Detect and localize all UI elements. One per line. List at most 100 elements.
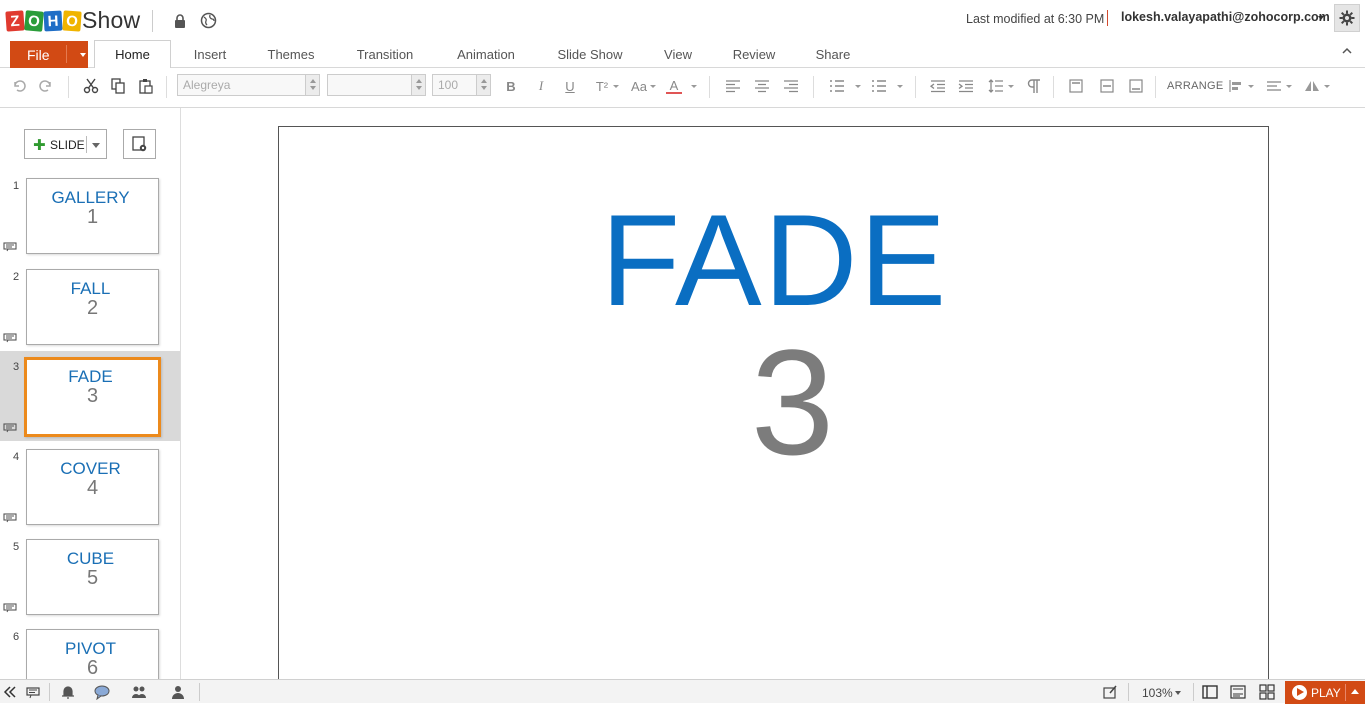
slide-thumbnail-item[interactable]: 6 PIVOT 6 xyxy=(0,621,180,679)
change-case-button[interactable]: Aa xyxy=(629,78,649,94)
slide-thumbnail-item[interactable]: 1 GALLERY 1 xyxy=(0,170,180,260)
numbered-list-icon[interactable] xyxy=(871,78,887,94)
font-size-select[interactable] xyxy=(327,74,426,96)
align-right-icon[interactable] xyxy=(783,78,799,94)
play-slideshow-button[interactable]: PLAY xyxy=(1285,681,1365,704)
zoho-logo[interactable]: Z O H O xyxy=(5,9,82,33)
notes-view-icon[interactable] xyxy=(1230,684,1246,700)
chat-icon[interactable] xyxy=(94,684,110,700)
chevron-down-icon[interactable] xyxy=(1008,85,1014,88)
notes-edit-icon[interactable] xyxy=(1102,684,1118,700)
chevron-up-icon[interactable] xyxy=(1351,689,1359,694)
chevron-down-icon[interactable] xyxy=(1318,16,1324,20)
tab-home[interactable]: Home xyxy=(94,40,171,69)
tab-share[interactable]: Share xyxy=(806,40,860,68)
opacity-spinner[interactable] xyxy=(476,75,490,95)
paragraph-icon[interactable] xyxy=(1025,78,1041,94)
slide-thumbnail[interactable]: COVER 4 xyxy=(26,449,159,525)
slide-canvas[interactable]: FADE 3 xyxy=(278,126,1269,686)
lock-icon[interactable] xyxy=(174,14,186,28)
user-account-menu[interactable]: lokesh.valayapathi@zohocorp.com xyxy=(1121,10,1330,24)
tab-review[interactable]: Review xyxy=(724,40,784,68)
slide-thumbnail-item-selected[interactable]: 3 FADE 3 xyxy=(0,351,180,441)
underline-button[interactable]: U xyxy=(562,78,578,94)
slide-thumbnail-item[interactable]: 4 COVER 4 xyxy=(0,441,180,531)
align-top-icon[interactable] xyxy=(1068,78,1084,94)
copy-icon[interactable] xyxy=(110,78,126,94)
slide-thumbnail[interactable]: PIVOT 6 xyxy=(26,629,159,679)
chevron-down-icon[interactable] xyxy=(855,85,861,88)
distribute-icon[interactable] xyxy=(1266,78,1282,94)
slide-notes-icon[interactable] xyxy=(3,423,17,433)
align-bottom-icon[interactable] xyxy=(1128,78,1144,94)
flip-icon[interactable] xyxy=(1304,78,1320,94)
user-icon[interactable] xyxy=(170,684,186,700)
line-spacing-icon[interactable] xyxy=(988,78,1004,94)
slide-thumbnail-item[interactable]: 5 CUBE 5 xyxy=(0,531,180,621)
cut-icon[interactable] xyxy=(83,78,99,94)
undo-icon[interactable] xyxy=(11,78,27,94)
slide-title-text[interactable]: FADE xyxy=(279,195,1270,325)
align-objects-icon[interactable] xyxy=(1228,78,1244,94)
decrease-indent-icon[interactable] xyxy=(930,78,946,94)
font-color-button[interactable]: A xyxy=(666,78,682,94)
align-left-icon[interactable] xyxy=(725,78,741,94)
opacity-input[interactable]: 100 xyxy=(432,74,491,96)
slide-notes-icon[interactable] xyxy=(3,242,17,252)
slide-notes-icon[interactable] xyxy=(3,333,17,343)
tab-slide-show[interactable]: Slide Show xyxy=(548,40,632,68)
zoom-level[interactable]: 103% xyxy=(1142,686,1173,700)
chevron-down-icon[interactable] xyxy=(1324,85,1330,88)
slide-thumbnail-item[interactable]: 2 FALL 2 xyxy=(0,261,180,351)
users-icon[interactable] xyxy=(131,684,147,700)
chevron-down-icon[interactable] xyxy=(92,143,100,148)
chevron-down-icon[interactable] xyxy=(613,85,619,88)
bullet-list-icon[interactable] xyxy=(829,78,845,94)
grid-view-icon[interactable] xyxy=(1259,684,1275,700)
superscript-button[interactable]: T² xyxy=(592,78,612,94)
arrange-button[interactable]: ARRANGE xyxy=(1167,80,1224,92)
align-center-icon[interactable] xyxy=(754,78,770,94)
thumbnail-title: FALL xyxy=(70,279,111,298)
bell-icon[interactable] xyxy=(60,684,76,700)
chevron-down-icon[interactable] xyxy=(80,53,86,57)
settings-button[interactable] xyxy=(1334,4,1360,32)
normal-view-icon[interactable] xyxy=(1202,684,1218,700)
slide-notes-icon[interactable] xyxy=(3,513,17,523)
slide-layout-button[interactable] xyxy=(123,129,156,159)
font-family-spinner[interactable] xyxy=(305,75,319,95)
increase-indent-icon[interactable] xyxy=(958,78,974,94)
tab-insert[interactable]: Insert xyxy=(182,40,238,68)
tab-view[interactable]: View xyxy=(652,40,704,68)
tab-animation[interactable]: Animation xyxy=(444,40,528,68)
notes-toggle-icon[interactable] xyxy=(25,684,41,700)
font-family-select[interactable]: Alegreya xyxy=(177,74,320,96)
slide-thumbnail[interactable]: GALLERY 1 xyxy=(26,178,159,254)
file-menu-button[interactable]: File xyxy=(10,41,88,68)
add-slide-button[interactable]: ✚ SLIDE xyxy=(24,129,107,159)
bold-button[interactable]: B xyxy=(503,78,519,94)
chevron-down-icon[interactable] xyxy=(1175,691,1181,695)
slide-thumbnail[interactable]: FADE 3 xyxy=(24,357,161,437)
slide-subtitle-text[interactable]: 3 xyxy=(279,327,1270,477)
chevron-down-icon[interactable] xyxy=(897,85,903,88)
font-size-spinner[interactable] xyxy=(411,75,425,95)
redo-icon[interactable] xyxy=(38,78,54,94)
logo-letter: O xyxy=(62,10,82,32)
collapse-ribbon-icon[interactable] xyxy=(1342,46,1352,56)
slide-thumbnail[interactable]: FALL 2 xyxy=(26,269,159,345)
slide-thumbnail[interactable]: CUBE 5 xyxy=(26,539,159,615)
chevron-down-icon[interactable] xyxy=(1286,85,1292,88)
chevron-down-icon[interactable] xyxy=(1248,85,1254,88)
italic-button[interactable]: I xyxy=(533,78,549,94)
align-middle-icon[interactable] xyxy=(1099,78,1115,94)
collapse-panel-icon[interactable] xyxy=(2,684,18,700)
slide-notes-icon[interactable] xyxy=(3,603,17,613)
chevron-down-icon[interactable] xyxy=(650,85,656,88)
tab-themes[interactable]: Themes xyxy=(257,40,325,68)
tab-transition[interactable]: Transition xyxy=(344,40,426,68)
paste-icon[interactable] xyxy=(138,78,154,94)
plus-icon: ✚ xyxy=(33,137,46,154)
globe-icon[interactable] xyxy=(200,12,217,29)
chevron-down-icon[interactable] xyxy=(691,85,697,88)
